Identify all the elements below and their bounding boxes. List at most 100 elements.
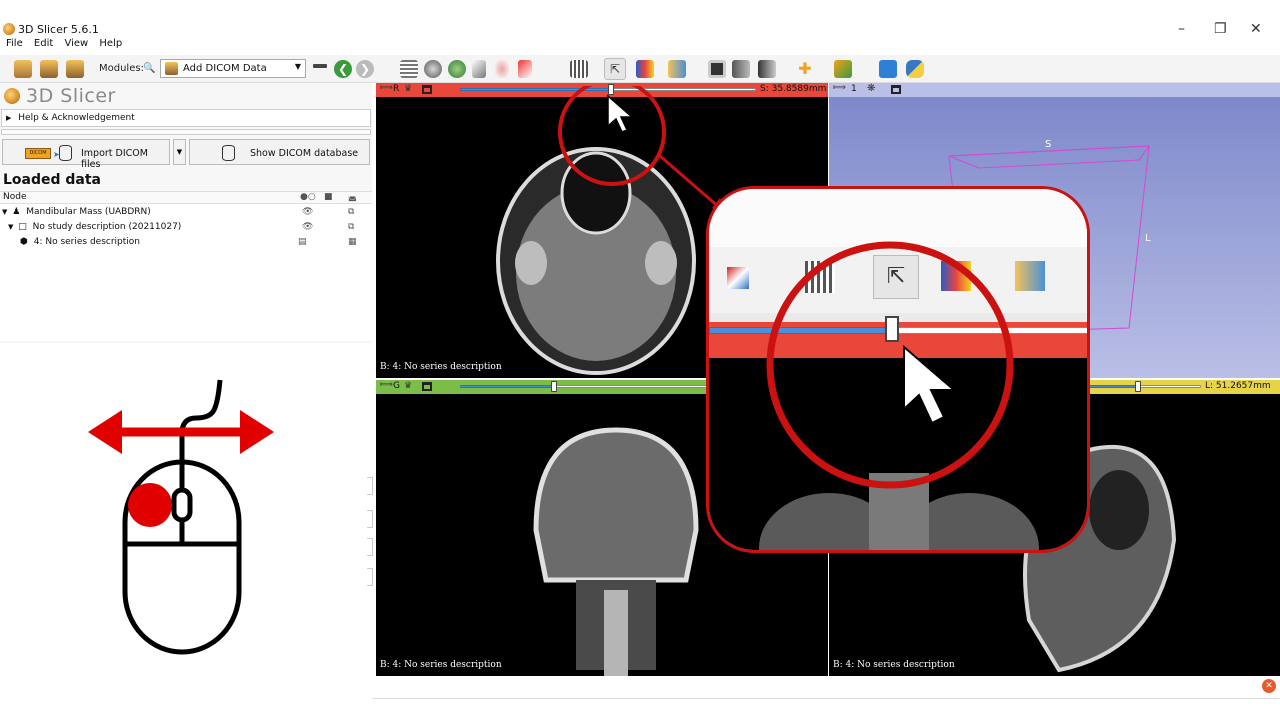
view-layout-icon[interactable] [570, 60, 588, 78]
forward-arrow-icon[interactable]: ❯ [356, 60, 374, 78]
import-dicom-button[interactable]: DICOM ➤ Import DICOM files [2, 139, 170, 170]
tree-header: Node ●○ ■ ◛ [0, 192, 372, 204]
left-button-indicator [128, 483, 172, 527]
panel-scroll-mark [367, 538, 373, 556]
slicer-logo-icon [4, 88, 20, 104]
import-dicom-label: Import DICOM files [81, 148, 148, 170]
maximize-view-icon[interactable] [422, 85, 432, 94]
collapsible-divider [1, 129, 371, 135]
center-view-icon[interactable]: ❋ [867, 83, 875, 94]
view-caption: B: 4: No series description [380, 362, 502, 372]
annotation-icon[interactable] [732, 60, 750, 78]
database-icon [222, 145, 235, 161]
tree-row[interactable]: ▼ □ No study description (20211027) 👁 ⧉ [8, 222, 370, 236]
panel-scroll-mark [367, 510, 373, 528]
link-icon[interactable]: ♛ [404, 84, 412, 94]
chevron-down-icon: ▼ [294, 62, 301, 71]
tree-row[interactable]: ⬢ 4: No series description ▤ ▦ [20, 237, 370, 251]
chevron-down-icon: ▼ [176, 148, 183, 156]
transforms-icon[interactable] [518, 60, 532, 78]
module-history-icon[interactable] [313, 64, 327, 68]
module-selector[interactable]: Add DICOM Data ▼ [160, 59, 306, 78]
menu-help[interactable]: Help [99, 38, 122, 49]
zoom-inset: ⇱ [706, 186, 1090, 553]
loaded-data-heading: Loaded data [3, 172, 102, 188]
models-icon[interactable] [448, 60, 466, 78]
arrow-left-icon [88, 410, 122, 454]
transform-header-icon: ◛ [348, 192, 357, 202]
save-icon[interactable] [66, 60, 84, 78]
maximize-view-icon[interactable] [891, 85, 901, 94]
slice-slider-filled[interactable] [460, 385, 554, 388]
slicer-logo-icon [3, 23, 15, 35]
back-arrow-icon[interactable]: ❮ [334, 60, 352, 78]
help-section[interactable]: ▶ Help & Acknowledgement [1, 109, 371, 127]
maximize-view-icon[interactable] [422, 382, 432, 391]
window-title: 3D Slicer 5.6.1 [18, 23, 99, 36]
volume-rendering-icon[interactable] [424, 60, 442, 78]
layout-icon[interactable] [400, 60, 418, 78]
tree-row[interactable]: ▼ ♟ Mandibular Mass (UABDRN) 👁 ⧉ [2, 207, 370, 221]
slice-slider-track[interactable] [554, 385, 714, 388]
fiducial-icon[interactable] [834, 60, 852, 78]
tree-row-label: Mandibular Mass (UABDRN) [26, 207, 151, 217]
markups-icon[interactable] [495, 60, 509, 78]
show-dicom-database-label: Show DICOM database [250, 148, 359, 159]
patient-icon: ♟ [12, 207, 21, 217]
panel-scroll-mark [367, 568, 373, 586]
slice-slider-handle[interactable] [551, 381, 557, 392]
database-icon [59, 145, 72, 161]
eye-icon[interactable]: 👁 [302, 222, 313, 232]
import-dropdown-button[interactable]: ▼ [173, 139, 186, 165]
data-tree: Node ●○ ■ ◛ ▼ ♟ Mandibular Mass (UABDRN)… [0, 191, 372, 341]
study-icon: □ [18, 222, 27, 232]
screenshot-icon[interactable] [708, 60, 726, 78]
window-level-icon[interactable] [636, 60, 654, 78]
python-icon[interactable] [906, 60, 924, 78]
pin-icon[interactable]: ⟾ [833, 83, 846, 93]
link-icon[interactable]: ♛ [404, 381, 412, 391]
view-caption: B: 4: No series description [833, 660, 955, 670]
copy-icon[interactable]: ⧉ [348, 207, 354, 217]
eye-icon[interactable]: 👁 [302, 207, 313, 217]
menu-file[interactable]: File [6, 38, 23, 49]
dicom-icon[interactable] [40, 60, 58, 78]
data-icon[interactable] [14, 60, 32, 78]
error-log-icon[interactable]: ✕ [1262, 679, 1276, 693]
copy-icon[interactable]: ⧉ [348, 222, 354, 232]
mouse-illustration [88, 379, 274, 655]
pin-icon[interactable]: ⟾ [380, 380, 393, 390]
menu-view[interactable]: View [64, 38, 88, 49]
visibility-header-icon: ●○ [300, 192, 316, 202]
crosshair-lock-icon[interactable] [668, 60, 686, 78]
ruler-icon[interactable] [758, 60, 776, 78]
chevron-down-icon: ▼ [8, 223, 14, 231]
slice-offset-readout: L: 51.2657mm [1205, 381, 1271, 391]
grid-icon[interactable]: ▦ [348, 237, 357, 247]
cursor-icon [607, 94, 634, 133]
view-number: 1 [851, 84, 857, 94]
show-dicom-database-button[interactable]: Show DICOM database [189, 139, 370, 165]
close-icon[interactable]: ✕ [1250, 21, 1262, 37]
pin-icon[interactable]: ⟾ [380, 83, 393, 93]
extension-manager-icon[interactable] [879, 60, 897, 78]
slice-offset-readout: S: 35.8589mm [760, 84, 827, 94]
volume-show-icon[interactable]: ▤ [298, 237, 307, 247]
search-icon[interactable]: 🔍 [143, 63, 155, 74]
status-bar [372, 698, 1280, 699]
zoom-highlight [766, 241, 1014, 489]
crosshair-icon[interactable]: ✚ [796, 60, 814, 78]
dicom-folder-icon: DICOM [25, 148, 51, 159]
slice-slider-track[interactable] [1137, 385, 1201, 388]
minimize-icon[interactable]: – [1178, 21, 1185, 37]
pointer-icon[interactable]: ⇱ [604, 58, 626, 80]
view-letter: G [393, 381, 400, 391]
panel-scroll-mark [367, 477, 373, 495]
threed-view-controller: ⟾ 1 ❋ [829, 83, 1280, 97]
segment-editor-icon[interactable] [472, 60, 486, 78]
title-bar: 3D Slicer 5.6.1 – ❐ ✕ [0, 20, 1280, 40]
menu-edit[interactable]: Edit [34, 38, 53, 49]
zoom-highlight-circle [766, 241, 1014, 489]
maximize-icon[interactable]: ❐ [1214, 21, 1227, 37]
slice-slider-handle[interactable] [1135, 381, 1141, 392]
